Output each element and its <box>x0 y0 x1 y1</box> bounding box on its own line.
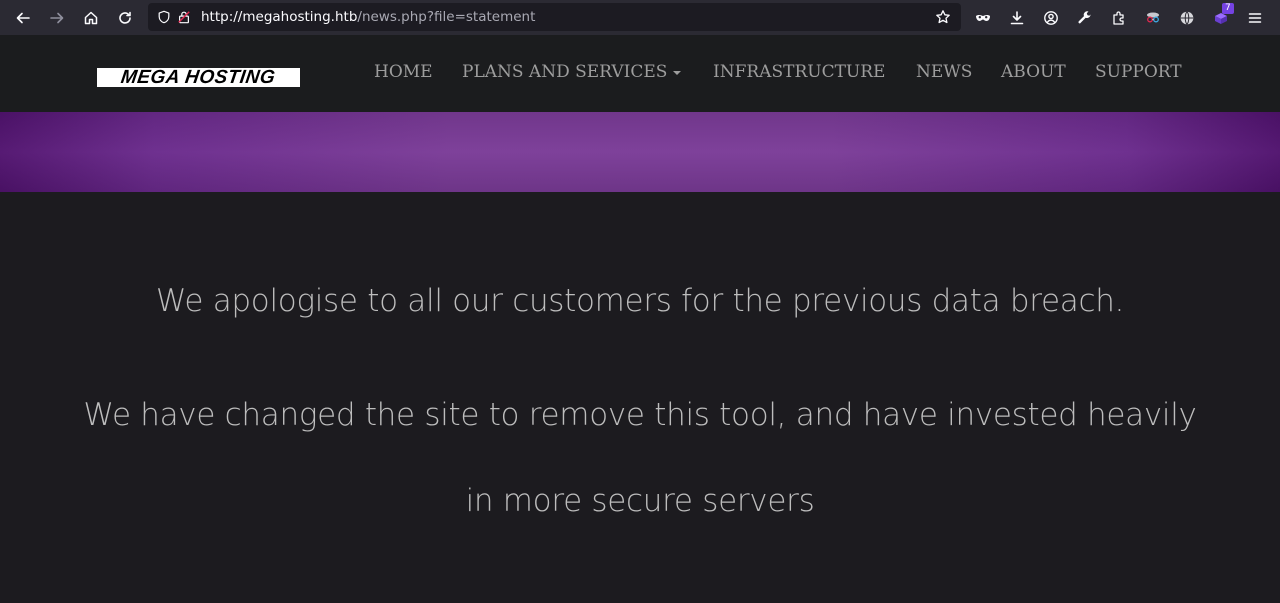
nav-buttons <box>6 0 142 35</box>
browser-toolbar: http://megahosting.htb/news.php?file=sta… <box>0 0 1280 35</box>
tracking-protection[interactable] <box>154 3 174 31</box>
url-bar[interactable]: http://megahosting.htb/news.php?file=sta… <box>148 3 961 31</box>
forward-arrow-icon <box>50 12 64 23</box>
statement-line-2: We have changed the site to remove this … <box>83 397 1197 433</box>
star-icon <box>936 10 950 24</box>
nav-support[interactable]: SUPPORT <box>1095 59 1182 85</box>
back-button[interactable] <box>6 0 40 35</box>
download-icon <box>1010 10 1024 24</box>
nav-plans-and-services[interactable]: PLANS AND SERVICES <box>462 59 682 85</box>
extension-badge-button[interactable]: 7 <box>1204 0 1238 35</box>
account-button[interactable] <box>1034 0 1068 35</box>
private-mask-button[interactable] <box>966 0 1000 35</box>
site-logo[interactable]: MEGA HOSTING <box>97 66 300 88</box>
back-arrow-icon <box>16 12 30 23</box>
site-header: MEGA HOSTING HOME PLANS AND SERVICES INF… <box>0 35 1280 112</box>
statement-line-3: in more secure servers <box>465 483 815 519</box>
menu-icon <box>1248 12 1262 23</box>
caret-down-icon <box>673 70 682 75</box>
nav-infrastructure[interactable]: INFRASTRUCTURE <box>713 59 885 85</box>
downloads-button[interactable] <box>1000 0 1034 35</box>
puzzle-icon <box>1113 10 1124 25</box>
spy-icon <box>1147 12 1159 22</box>
spy-extension-button[interactable] <box>1136 0 1170 35</box>
reload-button[interactable] <box>108 0 142 35</box>
nav-about[interactable]: ABOUT <box>1001 59 1066 85</box>
globe-icon <box>1180 10 1194 25</box>
extension-count-badge: 7 <box>1222 3 1234 14</box>
url-path: /news.php?file=statement <box>357 9 536 25</box>
purple-banner <box>0 112 1280 192</box>
nav-plans-label: PLANS AND SERVICES <box>462 62 668 82</box>
news-statement: We apologise to all our customers for th… <box>0 192 1280 603</box>
extensions-button[interactable] <box>1102 0 1136 35</box>
forward-button[interactable] <box>40 0 74 35</box>
nav-home[interactable]: HOME <box>374 59 433 85</box>
url-host: http://megahosting.htb <box>201 9 358 25</box>
logo-text: MEGA HOSTING <box>120 66 278 88</box>
statement-line-1: We apologise to all our customers for th… <box>155 283 1125 319</box>
reload-icon <box>119 11 131 24</box>
devtools-button[interactable] <box>1068 0 1102 35</box>
toolbar-right: 7 <box>966 0 1272 35</box>
account-icon <box>1044 10 1058 25</box>
globe-extension-button[interactable] <box>1170 0 1204 35</box>
nav-news[interactable]: NEWS <box>916 59 972 85</box>
site-security[interactable] <box>174 3 194 31</box>
home-icon <box>84 11 98 24</box>
url-text[interactable]: http://megahosting.htb/news.php?file=sta… <box>201 9 535 25</box>
home-button[interactable] <box>74 0 108 35</box>
lock-insecure-icon <box>178 11 190 24</box>
bookmark-button[interactable] <box>931 3 955 31</box>
mask-icon <box>976 14 990 21</box>
wrench-icon <box>1078 10 1091 23</box>
shield-icon <box>158 10 170 24</box>
app-menu-button[interactable] <box>1238 0 1272 35</box>
